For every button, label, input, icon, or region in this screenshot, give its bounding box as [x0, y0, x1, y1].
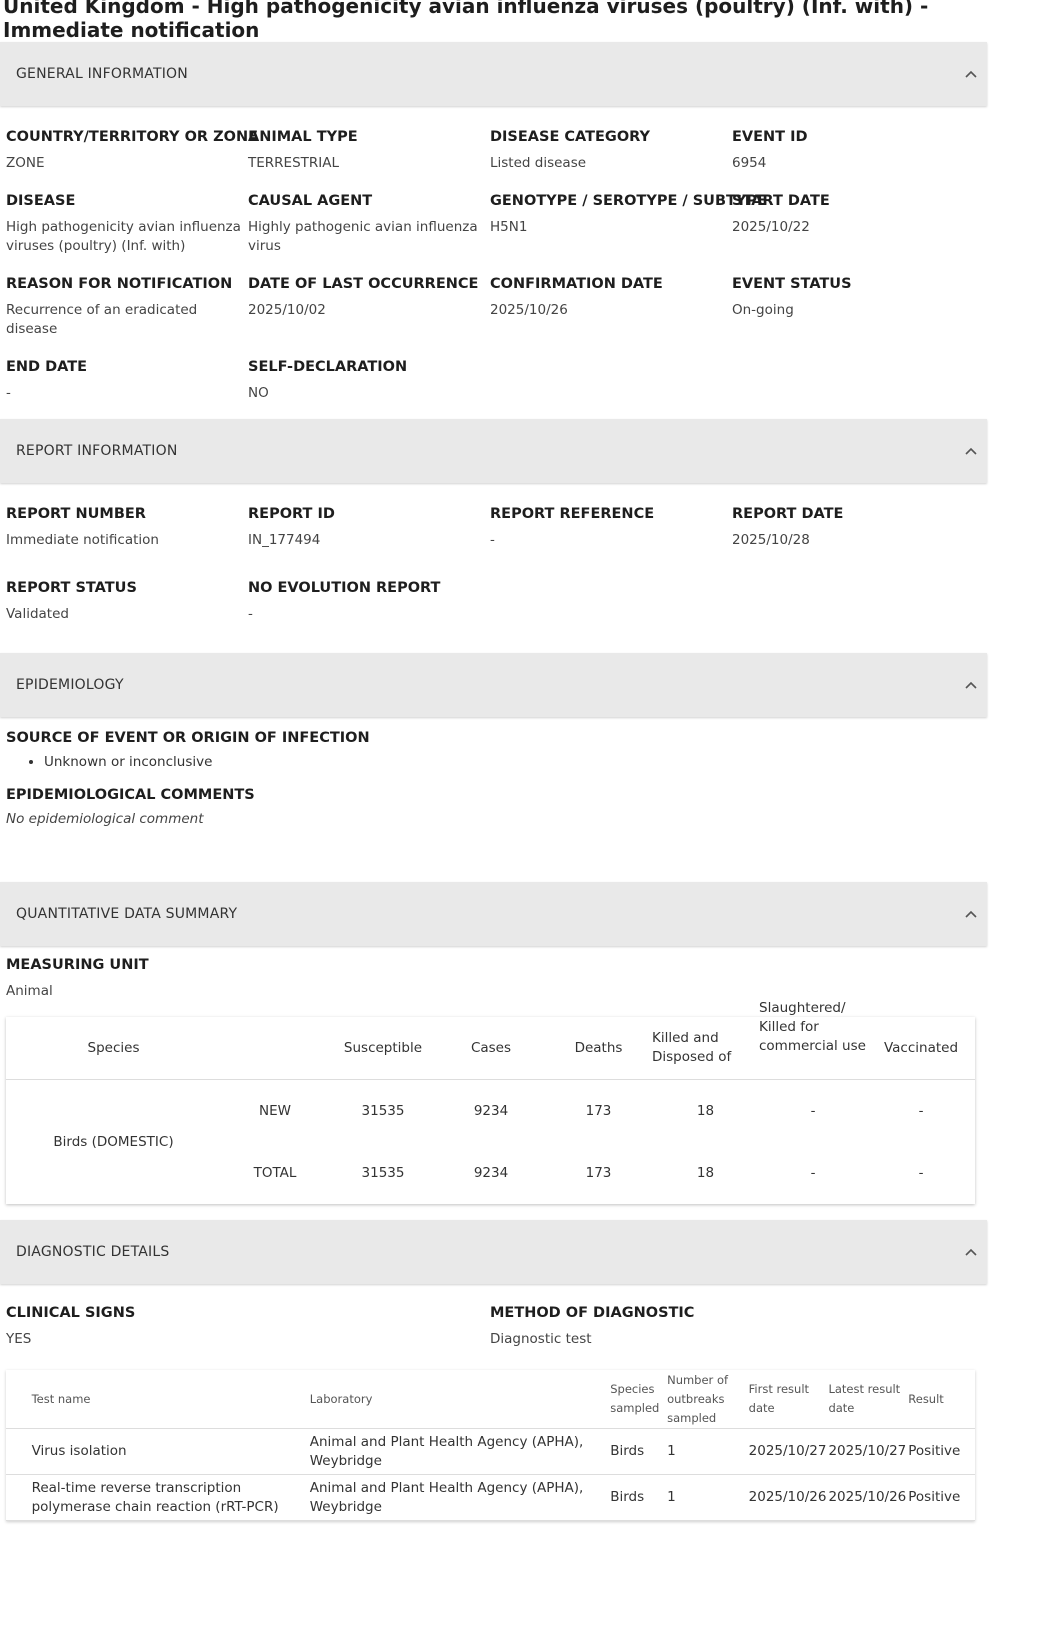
column-header: First result date [746, 1370, 827, 1429]
field-disease: DISEASE High pathogenicity avian influenz… [6, 193, 241, 254]
cell: 31535 [361, 1165, 405, 1181]
row-label: NEW [259, 1103, 291, 1119]
cell: Animal and Plant Health Agency (APHA), W… [307, 1428, 609, 1475]
quantitative-table: Species Susceptible Cases Deaths Killed … [6, 1000, 975, 1204]
column-header: Species sampled [608, 1370, 666, 1429]
column-header: Number of outbreaks sampled [665, 1370, 747, 1429]
cell: 9234 [473, 1103, 509, 1119]
comments-value: No epidemiological comment [6, 811, 204, 827]
chevron-up-icon[interactable] [963, 1244, 979, 1260]
field-reason: REASON FOR NOTIFICATION Recurrence of an … [6, 276, 233, 337]
column-header: Killed and Disposed of [652, 1017, 759, 1080]
field-report-status: REPORT STATUS Validated [6, 580, 137, 622]
source-label: SOURCE OF EVENT OR ORIGIN OF INFECTION [6, 730, 370, 746]
section-header-quantitative[interactable]: QUANTITATIVE DATA SUMMARY [0, 882, 987, 946]
column-header: Deaths [545, 1017, 652, 1080]
cell: Animal and Plant Health Agency (APHA), W… [307, 1474, 609, 1521]
field-start-date: START DATE 2025/10/22 [732, 193, 830, 235]
column-header: Slaughtered/ Killed for commercial use [759, 1000, 867, 1080]
field-report-number: REPORT NUMBER Immediate notification [6, 506, 159, 548]
section-title: DIAGNOSTIC DETAILS [16, 1244, 170, 1260]
field-event-id: EVENT ID 6954 [732, 129, 808, 171]
table-row: Birds (DOMESTIC) NEW 31535 9234 173 18 -… [6, 1080, 975, 1150]
cell: Real-time reverse transcription polymera… [29, 1474, 308, 1521]
column-header: Cases [437, 1017, 545, 1080]
field-event-status: EVENT STATUS On-going [732, 276, 852, 318]
cell: Virus isolation [29, 1428, 308, 1475]
field-report-id: REPORT ID IN_177494 [248, 506, 335, 548]
cell: - [810, 1165, 816, 1181]
field-last-occurrence: DATE OF LAST OCCURRENCE 2025/10/02 [248, 276, 479, 318]
epidemiology-content: SOURCE OF EVENT OR ORIGIN OF INFECTION U… [0, 717, 987, 882]
cell: - [918, 1103, 924, 1119]
chevron-up-icon[interactable] [963, 443, 979, 459]
cell: 173 [585, 1103, 612, 1119]
field-disease-category: DISEASE CATEGORY Listed disease [490, 129, 651, 171]
column-header: Result [906, 1370, 975, 1429]
section-header-general[interactable]: GENERAL INFORMATION [0, 42, 987, 106]
diagnostic-info: CLINICAL SIGNS YES METHOD OF DIAGNOSTIC Di… [0, 1284, 987, 1370]
report-info-grid: REPORT NUMBER Immediate notification REPO… [0, 483, 987, 653]
species-cell: Birds (DOMESTIC) [53, 1134, 174, 1150]
section-title: REPORT INFORMATION [16, 443, 178, 459]
page-title: United Kingdom - High pathogenicity avia… [3, 0, 929, 42]
column-header: Species [6, 1017, 221, 1080]
column-header-empty [221, 1017, 329, 1080]
field-clinical-signs: CLINICAL SIGNS YES [6, 1305, 136, 1347]
cell: 2025/10/26 [746, 1474, 827, 1521]
table-header-row: Species Susceptible Cases Deaths Killed … [6, 1000, 975, 1080]
chevron-up-icon[interactable] [963, 66, 979, 82]
section-title: QUANTITATIVE DATA SUMMARY [16, 906, 238, 922]
column-header: Test name [29, 1370, 308, 1429]
table-row: Real-time reverse transcription polymera… [6, 1474, 975, 1521]
section-header-epidemiology[interactable]: EPIDEMIOLOGY [0, 653, 987, 717]
column-header: Vaccinated [867, 1017, 975, 1080]
cell: 2025/10/27 [746, 1428, 827, 1475]
field-report-reference: REPORT REFERENCE - [490, 506, 655, 548]
measuring-unit: MEASURING UNIT Animal [6, 957, 149, 999]
general-info-grid: COUNTRY/TERRITORY OR ZONE ZONE ANIMAL TYP… [0, 106, 987, 419]
source-list: Unknown or inconclusive [6, 754, 987, 770]
field-country: COUNTRY/TERRITORY OR ZONE ZONE [6, 129, 259, 171]
field-animal-type: ANIMAL TYPE TERRESTRIAL [248, 129, 358, 171]
field-no-evolution: NO EVOLUTION REPORT - [248, 580, 441, 622]
column-header: Laboratory [307, 1370, 609, 1429]
cell: 18 [696, 1103, 715, 1119]
table-row: Virus isolation Animal and Plant Health … [6, 1428, 975, 1475]
section-title: EPIDEMIOLOGY [16, 677, 124, 693]
cell: - [918, 1165, 924, 1181]
field-confirmation-date: CONFIRMATION DATE 2025/10/26 [490, 276, 663, 318]
field-report-date: REPORT DATE 2025/10/28 [732, 506, 844, 548]
cell: Birds [608, 1428, 666, 1475]
chevron-up-icon[interactable] [963, 677, 979, 693]
column-header: Latest result date [826, 1370, 907, 1429]
table-header-row: Test name Laboratory Species sampled Num… [6, 1370, 975, 1429]
cell: 31535 [361, 1103, 405, 1119]
list-item: Unknown or inconclusive [44, 754, 987, 770]
cell: 2025/10/26 [826, 1474, 907, 1521]
diagnostic-table: Test name Laboratory Species sampled Num… [6, 1370, 975, 1521]
row-label: TOTAL [253, 1165, 297, 1181]
cell: 1 [665, 1428, 747, 1475]
cell: 18 [696, 1165, 715, 1181]
cell: Positive [906, 1474, 975, 1521]
section-header-diagnostic[interactable]: DIAGNOSTIC DETAILS [0, 1220, 987, 1284]
section-title: GENERAL INFORMATION [16, 66, 188, 82]
field-causal-agent: CAUSAL AGENT Highly pathogenic avian infl… [248, 193, 478, 254]
chevron-up-icon[interactable] [963, 906, 979, 922]
field-method: METHOD OF DIAGNOSTIC Diagnostic test [490, 1305, 695, 1347]
cell: 9234 [473, 1165, 509, 1181]
cell: 1 [665, 1474, 747, 1521]
column-header: Susceptible [329, 1017, 437, 1080]
comments-label: EPIDEMIOLOGICAL COMMENTS [6, 787, 255, 803]
cell: 173 [585, 1165, 612, 1181]
section-header-report[interactable]: REPORT INFORMATION [0, 419, 987, 483]
cell: - [810, 1103, 816, 1119]
cell: Birds [608, 1474, 666, 1521]
cell: 2025/10/27 [826, 1428, 907, 1475]
report-page: United Kingdom - High pathogenicity avia… [0, 0, 987, 1521]
field-genotype: GENOTYPE / SEROTYPE / SUBTYPE H5N1 [490, 193, 767, 235]
cell: Positive [906, 1428, 975, 1475]
